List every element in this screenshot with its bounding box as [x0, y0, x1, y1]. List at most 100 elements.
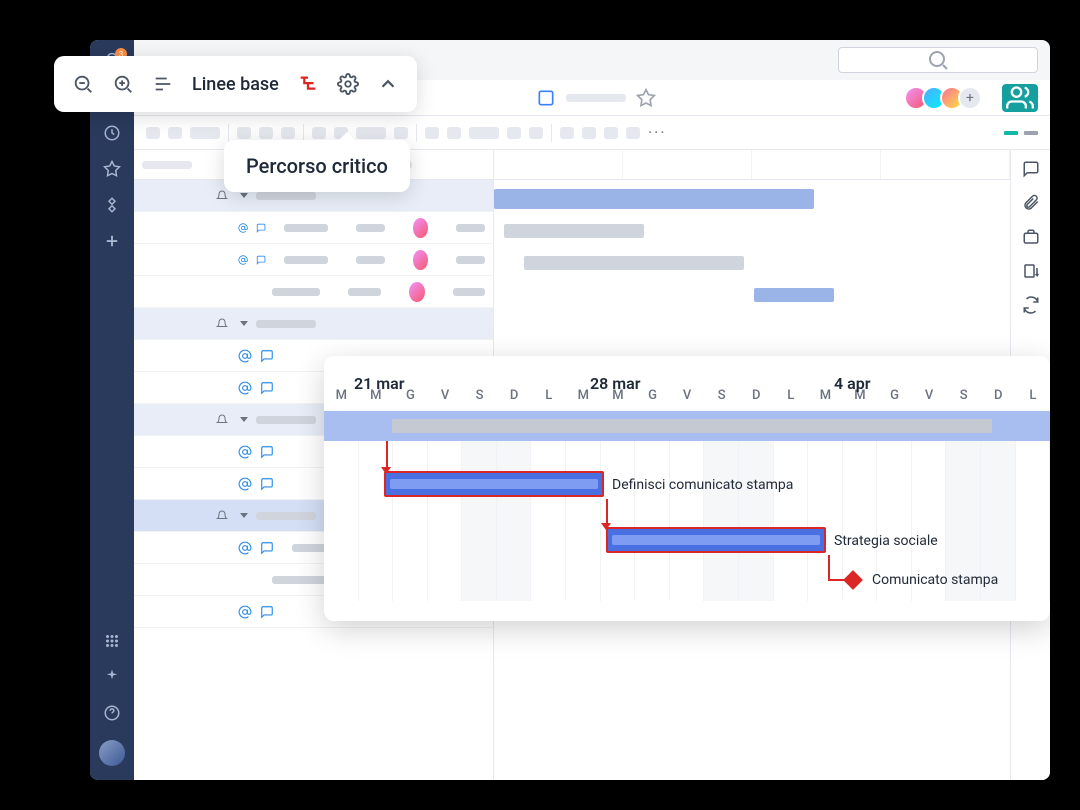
placeholder — [281, 127, 295, 139]
comment-icon[interactable] — [260, 349, 274, 363]
clock-icon[interactable] — [103, 124, 121, 142]
task-label: Strategia sociale — [834, 533, 938, 549]
gantt-bar[interactable] — [754, 288, 834, 302]
day-label: V — [670, 388, 705, 403]
placeholder — [425, 127, 439, 139]
sheet-icon[interactable] — [536, 88, 556, 108]
star-icon[interactable] — [103, 160, 121, 178]
diamond-icon[interactable] — [103, 196, 121, 214]
task-bar-2[interactable]: Strategia sociale — [606, 527, 826, 553]
mention-icon[interactable] — [238, 541, 252, 555]
reminder-icon[interactable] — [216, 190, 228, 202]
comment-icon[interactable] — [260, 381, 274, 395]
gantt-zoom-panel: 21 mar 28 mar 4 apr MMGVSDLMMGVSDLMMGVSD… — [324, 356, 1050, 621]
task-progress — [612, 535, 820, 545]
placeholder — [566, 94, 626, 102]
favorite-star-icon[interactable] — [636, 88, 656, 108]
timeline-header — [494, 150, 1010, 180]
zoom-out-icon[interactable] — [72, 73, 94, 95]
baselines-label: Linee base — [192, 74, 279, 95]
search-input[interactable] — [838, 47, 1038, 73]
collaborator-avatars[interactable]: + — [910, 86, 982, 110]
gantt-bar[interactable] — [504, 224, 644, 238]
settings-icon[interactable] — [337, 73, 359, 95]
expand-caret-icon[interactable] — [240, 417, 248, 422]
expand-caret-icon[interactable] — [240, 513, 248, 518]
reminder-icon[interactable] — [216, 318, 228, 330]
mention-icon[interactable] — [238, 349, 252, 363]
help-icon[interactable] — [103, 704, 121, 722]
plus-icon[interactable] — [103, 232, 121, 250]
user-avatar[interactable] — [99, 740, 125, 766]
assignee-avatar[interactable] — [413, 218, 428, 238]
gantt-bar[interactable] — [494, 189, 814, 209]
summary-bar[interactable] — [324, 411, 1050, 441]
mention-icon[interactable] — [238, 477, 252, 491]
day-label: D — [739, 388, 774, 403]
day-header: MMGVSDLMMGVSDLMMGVSDL — [324, 384, 1050, 411]
critical-path-icon[interactable] — [297, 73, 319, 95]
mention-icon[interactable] — [238, 445, 252, 459]
column-header[interactable] — [142, 161, 192, 169]
group-row[interactable] — [134, 308, 493, 340]
placeholder — [447, 127, 461, 139]
sparkle-icon[interactable] — [103, 668, 121, 686]
refresh-icon[interactable] — [1022, 296, 1040, 314]
reminder-icon[interactable] — [216, 414, 228, 426]
placeholder — [237, 127, 251, 139]
comment-icon[interactable] — [260, 445, 274, 459]
briefcase-icon[interactable] — [1022, 228, 1040, 246]
expand-caret-icon[interactable] — [240, 321, 248, 326]
share-button[interactable] — [1002, 84, 1038, 112]
sort-icon[interactable] — [1022, 262, 1040, 280]
comment-icon[interactable] — [256, 221, 266, 235]
left-navigation-rail: 3 — [90, 40, 134, 780]
task-bar-1[interactable]: Definisci comunicato stampa — [384, 471, 604, 497]
chat-icon[interactable] — [1022, 160, 1040, 178]
placeholder — [469, 127, 499, 139]
day-label: L — [774, 388, 809, 403]
day-label: D — [981, 388, 1016, 403]
task-row[interactable] — [134, 212, 493, 244]
attachment-icon[interactable] — [1022, 194, 1040, 212]
critical-path-tooltip: Percorso critico — [224, 140, 410, 192]
placeholder — [507, 127, 521, 139]
task-name — [272, 576, 332, 584]
comment-icon[interactable] — [260, 605, 274, 619]
summary-progress — [392, 419, 992, 433]
task-row[interactable] — [134, 276, 493, 308]
assignee-avatar[interactable] — [409, 282, 425, 302]
view-toggle-grid[interactable] — [1024, 131, 1038, 135]
task-name — [256, 512, 316, 520]
zoom-in-icon[interactable] — [112, 73, 134, 95]
placeholder — [582, 127, 596, 139]
task-row[interactable] — [134, 244, 493, 276]
chevron-up-icon[interactable] — [377, 73, 399, 95]
view-toggle-gantt[interactable] — [1004, 131, 1018, 135]
day-label: V — [428, 388, 463, 403]
more-icon[interactable]: ··· — [648, 123, 667, 142]
gantt-bar[interactable] — [524, 256, 744, 270]
gantt-zoom-body[interactable]: Definisci comunicato stampa Strategia so… — [324, 411, 1050, 601]
expand-caret-icon[interactable] — [240, 193, 248, 198]
apps-icon[interactable] — [103, 632, 121, 650]
mention-icon[interactable] — [238, 605, 252, 619]
placeholder — [168, 127, 182, 139]
reminder-icon[interactable] — [216, 510, 228, 522]
placeholder — [190, 127, 220, 139]
comment-icon[interactable] — [256, 253, 266, 267]
assignee-avatar[interactable] — [413, 250, 428, 270]
mention-icon[interactable] — [238, 381, 252, 395]
task-cell — [456, 224, 485, 232]
comment-icon[interactable] — [260, 477, 274, 491]
date-label: 4 apr — [834, 374, 870, 393]
day-label: S — [704, 388, 739, 403]
day-label: V — [912, 388, 947, 403]
add-collaborator-button[interactable]: + — [958, 86, 982, 110]
placeholder — [626, 127, 640, 139]
mention-icon[interactable] — [238, 253, 248, 267]
day-label: L — [531, 388, 566, 403]
comment-icon[interactable] — [260, 541, 274, 555]
baselines-icon[interactable] — [152, 73, 174, 95]
mention-icon[interactable] — [238, 221, 248, 235]
